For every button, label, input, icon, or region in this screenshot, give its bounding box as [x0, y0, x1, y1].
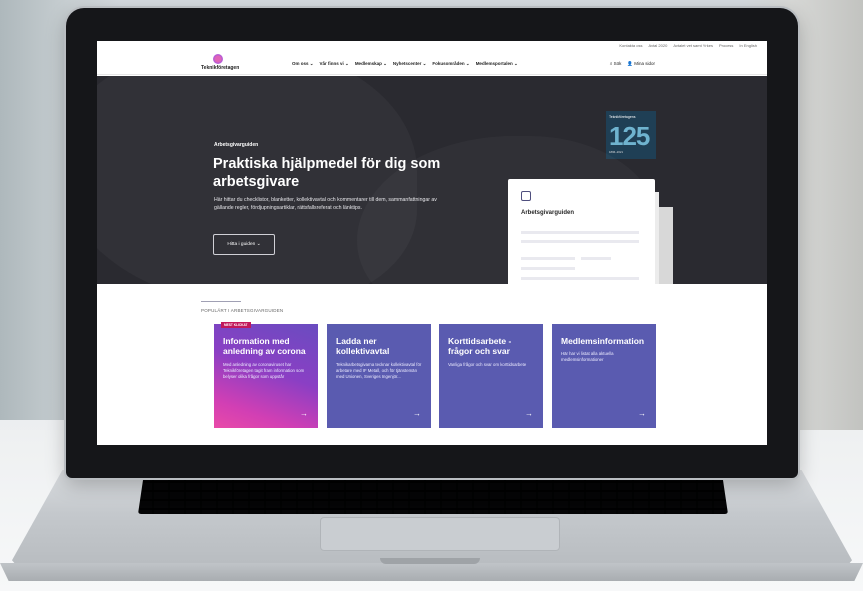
arrow-right-icon: → — [525, 409, 533, 418]
utility-link[interactable]: Process — [719, 43, 733, 53]
tile-title: Information med anledning av corona — [223, 336, 306, 356]
tile-title: Medlemsinformation — [561, 336, 645, 346]
main-menu: Om oss ⌄ Vår finns vi ⌄ Medlemskap ⌄ Nyh… — [292, 61, 518, 67]
laptop-front-edge — [0, 563, 863, 581]
laptop-trackpad — [320, 517, 560, 551]
menu-item[interactable]: Medlemskap ⌄ — [355, 61, 387, 67]
site-logo[interactable]: Teknikföretagen — [201, 53, 239, 75]
tile-text: Med anledning av coronaviruset har Tekni… — [223, 362, 305, 379]
utility-link[interactable]: Avtal 2020 — [648, 43, 667, 53]
main-nav: Teknikföretagen Om oss ⌄ Vår finns vi ⌄ … — [97, 53, 767, 75]
search-button[interactable]: ⌕ Sök — [610, 61, 622, 67]
anniversary-badge: Teknikföretagens 125 1896–2021 — [606, 111, 656, 159]
menu-item[interactable]: Vår finns vi ⌄ — [320, 61, 349, 67]
hero-section: Arbetsgivarguiden Praktiska hjälpmedel f… — [97, 76, 767, 284]
tile-corona[interactable]: MEST KLICKAT Information med anledning a… — [214, 322, 318, 428]
placeholder-line — [521, 277, 639, 280]
tile-title: Ladda ner kollektivavtal — [336, 336, 390, 356]
utility-link[interactable]: In English — [739, 43, 757, 53]
guide-card-title: Arbetsgivarguiden — [521, 210, 575, 216]
utility-link[interactable]: Kontakta oss — [619, 43, 642, 53]
tile-text: Här har vi listat alla aktuella medlemsi… — [561, 351, 614, 362]
tile-text: Vanliga frågor och svar om korttidsarbet… — [448, 362, 527, 367]
badge-number: 125 — [609, 121, 650, 151]
guide-card: Arbetsgivarguiden — [508, 179, 655, 284]
badge-sub-text: 1896–2021 — [609, 150, 623, 154]
menu-item[interactable]: Medlemsportalen ⌄ — [476, 61, 518, 67]
placeholder-line — [521, 267, 575, 270]
arrow-right-icon: → — [300, 409, 308, 418]
hero-eyebrow: Arbetsgivarguiden — [214, 142, 259, 148]
laptop-notch — [380, 558, 480, 564]
tile-text: Teknikarbetsgivarna tecknar kollektivavt… — [336, 362, 422, 379]
menu-item[interactable]: Nyhetscenter ⌄ — [393, 61, 427, 67]
placeholder-line — [581, 257, 611, 260]
hero-description: Här hittar du checklistor, blanketter, k… — [214, 197, 437, 211]
placeholder-line — [521, 240, 639, 243]
tile-member-info[interactable]: Medlemsinformation Här har vi listat all… — [552, 324, 656, 428]
placeholder-line — [521, 231, 639, 234]
utility-link[interactable]: Avtalet vet samt Yrkes — [673, 43, 713, 53]
menu-item[interactable]: Om oss ⌄ — [292, 61, 314, 67]
placeholder-line — [521, 257, 575, 260]
logo-mark-icon — [213, 54, 223, 64]
laptop-screen: Kontakta oss Avtal 2020 Avtalet vet samt… — [97, 41, 767, 445]
arrow-right-icon: → — [638, 409, 646, 418]
section-rule — [201, 301, 241, 302]
utility-bar: Kontakta oss Avtal 2020 Avtalet vet samt… — [97, 41, 767, 53]
tile-collective-agreements[interactable]: Ladda ner kollektivavtal Teknikarbetsgiv… — [327, 324, 431, 428]
tile-title: Korttidsarbete - frågor och svar — [448, 336, 512, 356]
nav-right: ⌕ Sök 👤 Mina sidor — [610, 61, 655, 67]
tile-short-time-work[interactable]: Korttidsarbete - frågor och svar Vanliga… — [439, 324, 543, 428]
scales-icon — [521, 191, 531, 201]
hero-title: Praktiska hjälpmedel för dig som arbetsg… — [213, 156, 441, 190]
arrow-right-icon: → — [413, 409, 421, 418]
account-button[interactable]: 👤 Mina sidor — [627, 61, 655, 67]
popular-section: POPULÄRT I ARBETSGIVARGUIDEN MEST KLICKA… — [97, 284, 767, 445]
logo-text: Teknikföretagen — [201, 65, 240, 71]
most-clicked-badge: MEST KLICKAT — [221, 322, 251, 328]
find-in-guide-button[interactable]: Hitta i guiden ⌄ — [213, 234, 275, 255]
laptop-keyboard — [138, 474, 728, 514]
menu-item[interactable]: Fokusområden ⌄ — [432, 61, 469, 67]
badge-top-text: Teknikföretagens — [609, 115, 636, 119]
popular-label: POPULÄRT I ARBETSGIVARGUIDEN — [201, 308, 284, 313]
